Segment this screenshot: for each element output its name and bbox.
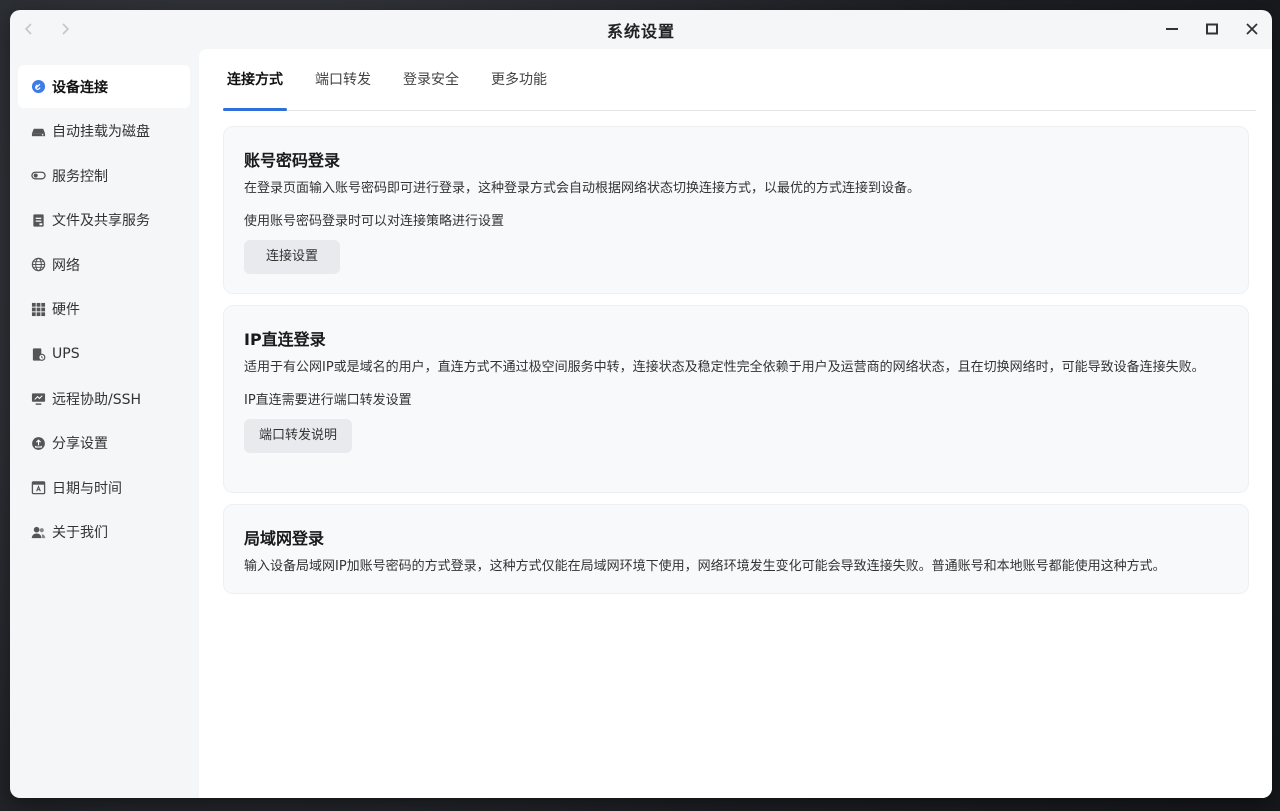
card-subtext: IP直连需要进行端口转发设置: [244, 393, 412, 408]
chevron-left-icon[interactable]: [18, 18, 40, 40]
drive-icon: [30, 123, 46, 139]
sidebar-item-hardware[interactable]: 硬件: [18, 288, 190, 331]
tab-bar: 连接方式 端口转发 登录安全 更多功能: [223, 49, 1256, 111]
battery-icon: [30, 346, 46, 362]
globe-icon: [30, 257, 46, 273]
sidebar-item-network[interactable]: 网络: [18, 243, 190, 286]
tab-connection-method[interactable]: 连接方式: [223, 48, 287, 111]
tab-login-security[interactable]: 登录安全: [399, 48, 463, 110]
grid-icon: [30, 301, 46, 317]
window-controls: [1160, 18, 1264, 40]
sidebar-item-label: 设备连接: [52, 79, 108, 96]
sidebar-item-label: 服务控制: [52, 168, 108, 185]
card-description: 在登录页面输入账号密码即可进行登录，这种登录方式会自动根据网络状态切换连接方式，…: [244, 181, 921, 196]
card-title: IP直连登录: [244, 330, 326, 349]
port-forwarding-guide-button[interactable]: 端口转发说明: [244, 419, 353, 453]
card-title: 局域网登录: [244, 529, 325, 548]
card-description: 适用于有公网IP或是域名的用户，直连方式不通过极空间服务中转，连接状态及稳定性完…: [244, 360, 1205, 375]
minimize-icon[interactable]: [1160, 18, 1184, 40]
title-bar: 系统设置: [10, 10, 1272, 50]
window-title: 系统设置: [606, 22, 675, 41]
chevron-right-icon[interactable]: [54, 18, 76, 40]
sidebar-item-share-settings[interactable]: 分享设置: [18, 422, 190, 465]
card-ip-direct-login: IP直连登录 适用于有公网IP或是域名的用户，直连方式不通过极空间服务中转，连接…: [223, 305, 1249, 493]
main-content: 连接方式 端口转发 登录安全 更多功能 账号密码登录 在登录页面输入账号密码即可…: [199, 49, 1272, 798]
card-account-login: 账号密码登录 在登录页面输入账号密码即可进行登录，这种登录方式会自动根据网络状态…: [223, 126, 1249, 294]
share-icon: [30, 435, 46, 451]
sidebar-item-label: 日期与时间: [52, 480, 122, 497]
sidebar-item-label: 分享设置: [52, 436, 108, 453]
file-icon: [30, 212, 46, 228]
sidebar-item-device-connection[interactable]: 设备连接: [18, 65, 190, 108]
settings-window: 系统设置 设备连接 自动挂载为磁盘 服务控制 文件及共享服务 网络 硬件 UPS…: [10, 10, 1272, 798]
sidebar-item-label: 关于我们: [52, 525, 108, 542]
sidebar-item-label: UPS: [52, 346, 80, 363]
sidebar-item-about-us[interactable]: 关于我们: [18, 511, 190, 554]
sidebar-item-label: 网络: [52, 257, 80, 274]
sidebar-item-label: 自动挂载为磁盘: [52, 124, 150, 141]
tab-more-features[interactable]: 更多功能: [487, 48, 551, 110]
connection-settings-button[interactable]: 连接设置: [244, 240, 341, 274]
card-title: 账号密码登录: [244, 151, 341, 170]
sidebar-item-label: 硬件: [52, 302, 80, 319]
card-subtext: 使用账号密码登录时可以对连接策略进行设置: [244, 214, 505, 229]
users-icon: [30, 524, 46, 540]
sidebar-item-date-time[interactable]: 日期与时间: [18, 466, 190, 509]
calendar-icon: [30, 480, 46, 496]
card-lan-login: 局域网登录 输入设备局域网IP加账号密码的方式登录，这种方式仅能在局域网环境下使…: [223, 504, 1249, 594]
sidebar-item-label: 远程协助/SSH: [52, 391, 142, 408]
tab-port-forwarding[interactable]: 端口转发: [311, 48, 375, 110]
sidebar-item-file-sharing[interactable]: 文件及共享服务: [18, 199, 190, 242]
card-description: 输入设备局域网IP加账号密码的方式登录，这种方式仅能在局域网环境下使用，网络环境…: [244, 559, 1166, 574]
sidebar-item-ups[interactable]: UPS: [18, 333, 190, 376]
sidebar: 设备连接 自动挂载为磁盘 服务控制 文件及共享服务 网络 硬件 UPS 远程协助…: [10, 50, 199, 798]
nav-arrows: [18, 18, 76, 40]
sidebar-item-auto-mount[interactable]: 自动挂载为磁盘: [18, 110, 190, 153]
sidebar-item-label: 文件及共享服务: [52, 213, 150, 230]
maximize-icon[interactable]: [1200, 18, 1224, 40]
link-icon: [30, 79, 46, 95]
toggle-icon: [30, 168, 46, 184]
close-icon[interactable]: [1240, 18, 1264, 40]
monitor-icon: [30, 391, 46, 407]
sidebar-item-remote-ssh[interactable]: 远程协助/SSH: [18, 377, 190, 420]
resize-grip-icon[interactable]: [1262, 788, 1270, 798]
sidebar-item-service-control[interactable]: 服务控制: [18, 154, 190, 197]
